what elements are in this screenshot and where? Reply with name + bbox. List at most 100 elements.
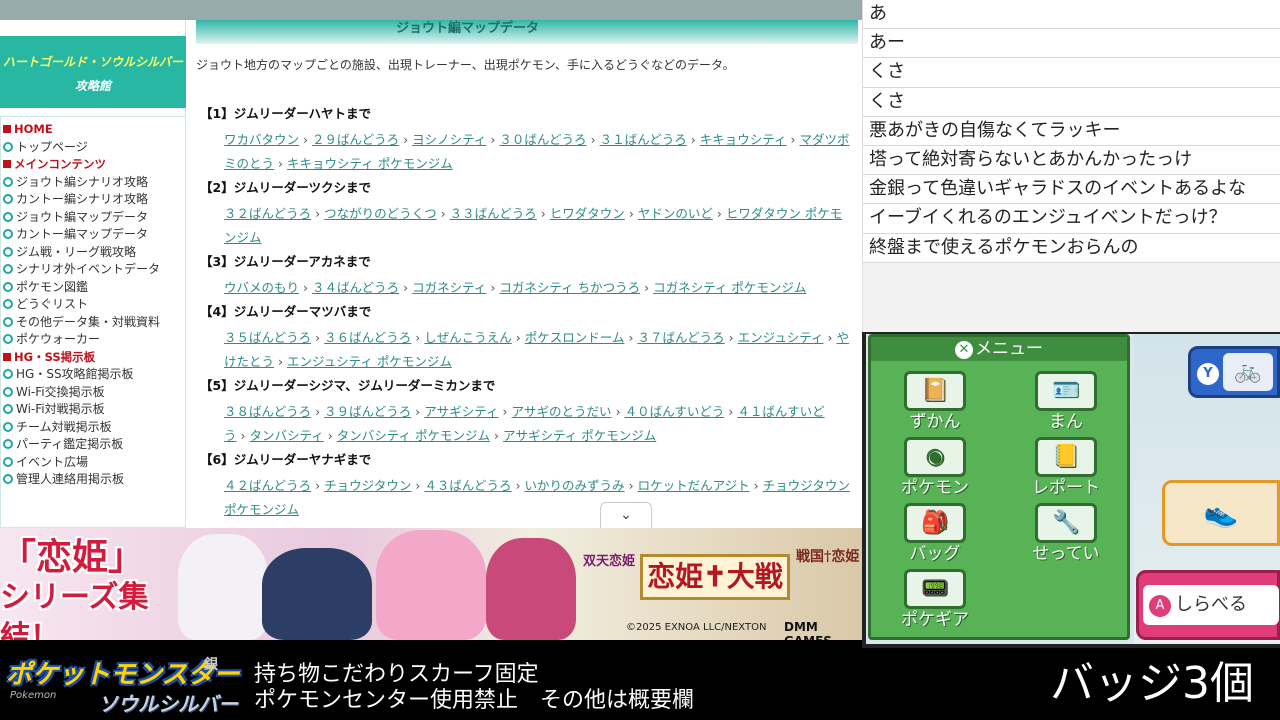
ad-character-art [262,548,372,640]
sidebar-heading[interactable]: HG・SS掲示板 [1,349,185,367]
sidebar-item[interactable]: カントー編シナリオ攻略 [1,191,185,209]
map-link[interactable]: いかりのみずうみ [525,478,625,493]
arrow-circle-icon [3,264,13,274]
link-separator: › [690,132,696,147]
link-separator: › [278,156,284,171]
map-link[interactable]: エンジュシティ [738,330,824,345]
ad-logo-left: 双天恋姫 [582,554,635,569]
section-title: 【3】ジムリーダーアカネまで [200,254,371,269]
map-sections: 【1】ジムリーダーハヤトまで ワカバタウン › ２９ばんどうろ › ヨシノシティ › ３０ばん… [196,104,856,524]
sidebar-item[interactable]: ジム戦・リーグ戦攻略 [1,244,185,262]
map-link[interactable]: アサギのとうだい [512,404,612,419]
sidebar-item[interactable]: 管理人連絡用掲示板 [1,471,185,489]
map-link[interactable]: ３１ばんどうろ [600,132,687,147]
link-separator: › [728,330,734,345]
chevron-down-icon[interactable]: ⌄ [600,502,652,528]
sidebar-item[interactable]: カントー編マップデータ [1,226,185,244]
sidebar-item[interactable]: トップページ [1,139,185,157]
sidebar-item-label: ジョウト編マップデータ [16,209,149,224]
sidebar-heading[interactable]: メインコンテンツ [1,156,185,174]
map-link[interactable]: ４０ばんすいどう [625,404,725,419]
map-link[interactable]: ４２ばんどうろ [224,478,311,493]
comment-item: くさ [863,58,1280,88]
map-link[interactable]: ３５ばんどうろ [224,330,311,345]
map-link[interactable]: キキョウシティ [700,132,787,147]
map-link[interactable]: つながりのどうくつ [324,206,437,221]
sidebar-heading[interactable]: HOME [1,121,185,139]
map-link[interactable]: コガネシティ ポケモンジム [653,280,806,295]
map-link[interactable]: キキョウシティ ポケモンジム [287,156,453,171]
ds-menu-item[interactable]: ◉ ポケモン [885,437,985,498]
map-link[interactable]: ウバメのもり [224,280,299,295]
map-link[interactable]: ポケスロンドーム [525,330,625,345]
map-link[interactable]: ３９ばんどうろ [324,404,411,419]
map-link[interactable]: ヨシノシティ [412,132,486,147]
ad-character-art [486,538,576,640]
site-logo[interactable]: ハートゴールド・ソウルシルバー 攻略館 [0,36,186,108]
map-link[interactable]: アサギシティ ポケモンジム [503,428,656,443]
map-link[interactable]: ４３ばんどうろ [424,478,511,493]
ds-menu-item[interactable]: 📔 ずかん [885,371,985,432]
sidebar-item[interactable]: どうぐリスト [1,296,185,314]
comment-item: 金銀って色違いギャラドスのイベントあるよな [863,175,1280,205]
map-link[interactable]: ３２ばんどうろ [224,206,311,221]
sidebar-item[interactable]: ポケウォーカー [1,331,185,349]
link-separator: › [403,132,409,147]
sidebar-item[interactable]: ジョウト編シナリオ攻略 [1,174,185,192]
sidebar-item[interactable]: チーム対戦掲示板 [1,419,185,437]
ds-menu-title[interactable]: ✕ メニュー [871,337,1127,361]
map-link[interactable]: ３７ばんどうろ [637,330,724,345]
comment-item: 塔って絶対寄らないとあかんかったっけ [863,145,1280,176]
ds-menu-item[interactable]: 🎒 バッグ [885,503,985,564]
map-link[interactable]: ３０ばんどうろ [499,132,586,147]
sidebar-item-label: ジョウト編シナリオ攻略 [16,174,149,189]
map-link[interactable]: エンジュシティ ポケモンジム [287,354,452,369]
ds-menu-item[interactable]: 📒 レポート [1016,437,1116,498]
ad-banner[interactable]: 「恋姫」 シリーズ集結！ 双天恋姫 恋姫✝大戦 戦国†恋姫 ©2025 EXNO… [0,528,862,640]
map-link[interactable]: ロケットだんアジト [638,478,750,493]
sidebar-item-label: カントー編シナリオ攻略 [16,192,149,206]
link-separator: › [628,206,634,221]
sidebar-item[interactable]: Wi-Fi対戦掲示板 [1,401,185,419]
map-link[interactable]: ３４ばんどうろ [312,280,399,295]
section-title: 【2】ジムリーダーツクシまで [200,180,371,195]
arrow-circle-icon [3,404,13,414]
registered-item-button[interactable]: Y 🚲 [1188,346,1280,398]
sidebar-item[interactable]: HG・SS攻略館掲示板 [1,366,185,384]
ds-menu-item[interactable]: 🪪 まん [1016,371,1116,432]
arrow-circle-icon [3,386,13,397]
inspect-button[interactable]: A しらべる [1136,570,1280,640]
map-link[interactable]: ワカバタウン [224,132,299,147]
map-link[interactable]: ヤドンのいど [638,206,713,221]
sidebar-item[interactable]: ポケモン図鑑 [1,279,185,297]
map-link[interactable]: しぜんこうえん [424,330,512,345]
section-links: ４２ばんどうろ › チョウジタウン › ４３ばんどうろ › いかりのみずうみ › ロケットだんア… [196,474,856,522]
ds-menu-item[interactable]: 🔧 せってい [1016,503,1116,564]
link-separator: › [590,132,596,147]
sidebar-item[interactable]: ジョウト編マップデータ [1,209,185,227]
map-link[interactable]: チョウジタウン [324,478,411,493]
map-link[interactable]: ２９ばんどうろ [312,132,399,147]
close-icon[interactable]: ✕ [955,341,973,359]
arrow-circle-icon [3,316,13,327]
ad-character-art [178,534,268,640]
map-link[interactable]: ３３ばんどうろ [450,206,537,221]
map-link[interactable]: タンバシティ ポケモンジム [337,428,490,443]
map-link[interactable]: コガネシティ ちかつうろ [499,280,640,295]
link-separator: › [303,280,309,295]
map-link[interactable]: タンバシティ [250,428,324,443]
map-link[interactable]: ３６ばんどうろ [324,330,411,345]
running-shoes-button[interactable]: 👟 [1162,480,1280,546]
sidebar-item[interactable]: シナリオ外イベントデータ [1,261,185,279]
sidebar-item[interactable]: その他データ集・対戦資料 [1,314,185,332]
map-link[interactable]: ヒワダタウン [550,206,625,221]
sidebar-item[interactable]: Wi-Fi交換掲示板 [1,384,185,402]
sidebar-item[interactable]: イベント広場 [1,454,185,472]
sidebar-item-label: シナリオ外イベントデータ [16,262,161,276]
map-link[interactable]: コガネシティ [412,280,486,295]
map-link[interactable]: ３８ばんどうろ [224,404,311,419]
sidebar-nav: HOME トップページ メインコンテンツ ジョウト編シナリオ攻略 カントー編シナリオ攻略… [0,116,186,528]
sidebar-item[interactable]: パーティ鑑定掲示板 [1,436,185,454]
map-link[interactable]: アサギシティ [424,404,498,419]
ds-menu-item[interactable]: 📟 ポケギア [885,569,985,630]
